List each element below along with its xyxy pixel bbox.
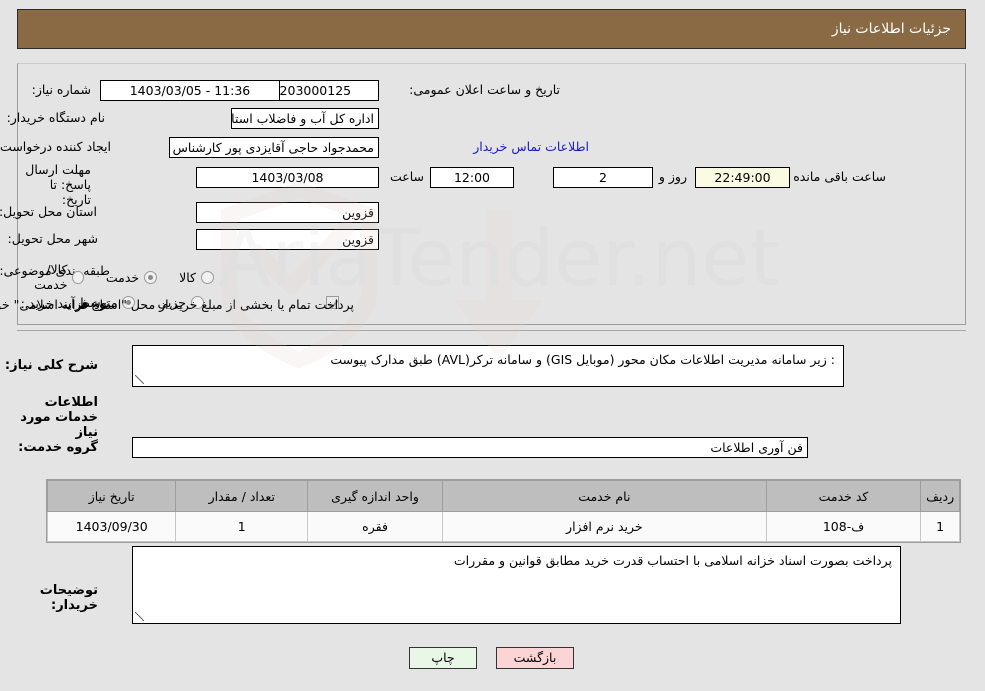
deadline-label: مهلت ارسال پاسخ: تا تاریخ: bbox=[26, 162, 92, 207]
buyer-notes-value[interactable]: پرداخت بصورت اسناد خزانه اسلامی با احتسا… bbox=[133, 546, 902, 624]
page-title: جزئیات اطلاعات نیاز bbox=[832, 21, 952, 37]
row-deadline: مهلت ارسال پاسخ: تا تاریخ: bbox=[18, 162, 92, 207]
footer-button-bar: بازگشت چاپ bbox=[0, 647, 985, 669]
province-value: قزوین bbox=[197, 202, 380, 223]
col-name: نام خدمت bbox=[442, 480, 768, 512]
table-row[interactable]: 1 ف-108 خرید نرم افزار فقره 1 1403/09/30 bbox=[47, 511, 961, 542]
category-option-khedmat-label: خدمت bbox=[106, 269, 141, 285]
cell-qty: 1 bbox=[176, 511, 310, 542]
col-radif: ردیف bbox=[921, 480, 961, 512]
cell-unit: فقره bbox=[308, 511, 444, 542]
print-button[interactable]: چاپ bbox=[410, 647, 478, 669]
category-radio-group: کالا خدمت کالا/خدمت bbox=[0, 262, 215, 292]
days-unit-label: روز و bbox=[659, 169, 688, 184]
category-option-kala[interactable]: کالا bbox=[180, 270, 215, 285]
page-header: جزئیات اطلاعات نیاز bbox=[18, 9, 967, 49]
hour-value: 12:00 bbox=[431, 167, 515, 188]
category-option-kala-khedmat-label: کالا/خدمت bbox=[35, 262, 69, 292]
remaining-time-label: ساعت باقی مانده bbox=[794, 169, 887, 184]
category-option-kala-khedmat[interactable]: کالا/خدمت bbox=[22, 262, 85, 292]
table-header-row: ردیف کد خدمت نام خدمت واحد اندازه گیری ت… bbox=[47, 480, 961, 512]
row-need-number: شماره نیاز: bbox=[33, 82, 92, 97]
cell-radif: 1 bbox=[921, 511, 961, 542]
cell-name: خرید نرم افزار bbox=[442, 511, 768, 542]
buyer-org-value: اداره کل آب و فاضلاب استان قزوین bbox=[232, 108, 380, 129]
radio-icon-khedmat[interactable] bbox=[145, 270, 159, 284]
category-option-kala-label: کالا bbox=[180, 269, 197, 285]
buyer-contact-link[interactable]: اطلاعات تماس خریدار bbox=[474, 139, 590, 154]
deadline-date-value: 1403/03/08 bbox=[197, 167, 380, 188]
services-table: ردیف کد خدمت نام خدمت واحد اندازه گیری ت… bbox=[47, 480, 961, 542]
hour-label: ساعت bbox=[390, 169, 425, 184]
buyer-notes-label: توضیحات خریدار: bbox=[40, 583, 99, 613]
cell-code: ف-108 bbox=[766, 511, 923, 542]
need-summary-label: شرح کلی نیاز: bbox=[5, 358, 99, 373]
section-divider-1 bbox=[18, 330, 967, 331]
row-requester: ایجاد کننده درخواست: bbox=[0, 139, 112, 154]
need-number-label: شماره نیاز: bbox=[32, 82, 92, 97]
announce-datetime-value: 11:36 - 1403/03/05 bbox=[101, 80, 281, 101]
row-province: استان محل تحویل: bbox=[0, 204, 98, 219]
row-buyer-org: نام دستگاه خریدار: bbox=[8, 110, 106, 125]
category-option-khedmat[interactable]: خدمت bbox=[106, 269, 159, 285]
row-city: شهر محل تحویل: bbox=[9, 231, 99, 246]
city-value: قزوین bbox=[197, 229, 380, 250]
back-button[interactable]: بازگشت bbox=[497, 647, 575, 669]
row-announce-datetime: تاریخ و ساعت اعلان عمومی: bbox=[410, 82, 561, 97]
days-value: 2 bbox=[554, 167, 654, 188]
radio-icon-kala-khedmat[interactable] bbox=[73, 270, 85, 284]
col-unit: واحد اندازه گیری bbox=[308, 480, 444, 512]
services-table-wrapper: ردیف کد خدمت نام خدمت واحد اندازه گیری ت… bbox=[47, 479, 962, 543]
requester-value: محمدجواد حاجی آقایزدی پور کارشناس تدارکا… bbox=[170, 137, 380, 158]
need-summary-value[interactable]: : زیر سامانه مدیریت اطلاعات مکان محور (م… bbox=[133, 345, 845, 387]
radio-icon-kala[interactable] bbox=[202, 270, 215, 284]
col-date: تاریخ نیاز bbox=[47, 480, 178, 512]
remaining-time-value: 22:49:00 bbox=[696, 167, 791, 188]
service-group-label: گروه خدمت: bbox=[19, 440, 99, 455]
col-qty: تعداد / مقدار bbox=[176, 480, 310, 512]
requester-label: ایجاد کننده درخواست: bbox=[0, 139, 112, 154]
cell-date: 1403/09/30 bbox=[47, 511, 178, 542]
services-section-heading: اطلاعات خدمات مورد نیاز bbox=[21, 395, 99, 440]
announce-datetime-label: تاریخ و ساعت اعلان عمومی: bbox=[410, 82, 561, 97]
city-label: شهر محل تحویل: bbox=[8, 231, 99, 246]
treasury-note: پرداخت تمام یا بخشی از مبلغ خرید،از محل … bbox=[0, 297, 355, 312]
service-group-value: فن آوری اطلاعات bbox=[133, 437, 809, 458]
col-code: کد خدمت bbox=[766, 480, 923, 512]
province-label: استان محل تحویل: bbox=[0, 204, 98, 219]
buyer-org-label: نام دستگاه خریدار: bbox=[7, 110, 106, 125]
